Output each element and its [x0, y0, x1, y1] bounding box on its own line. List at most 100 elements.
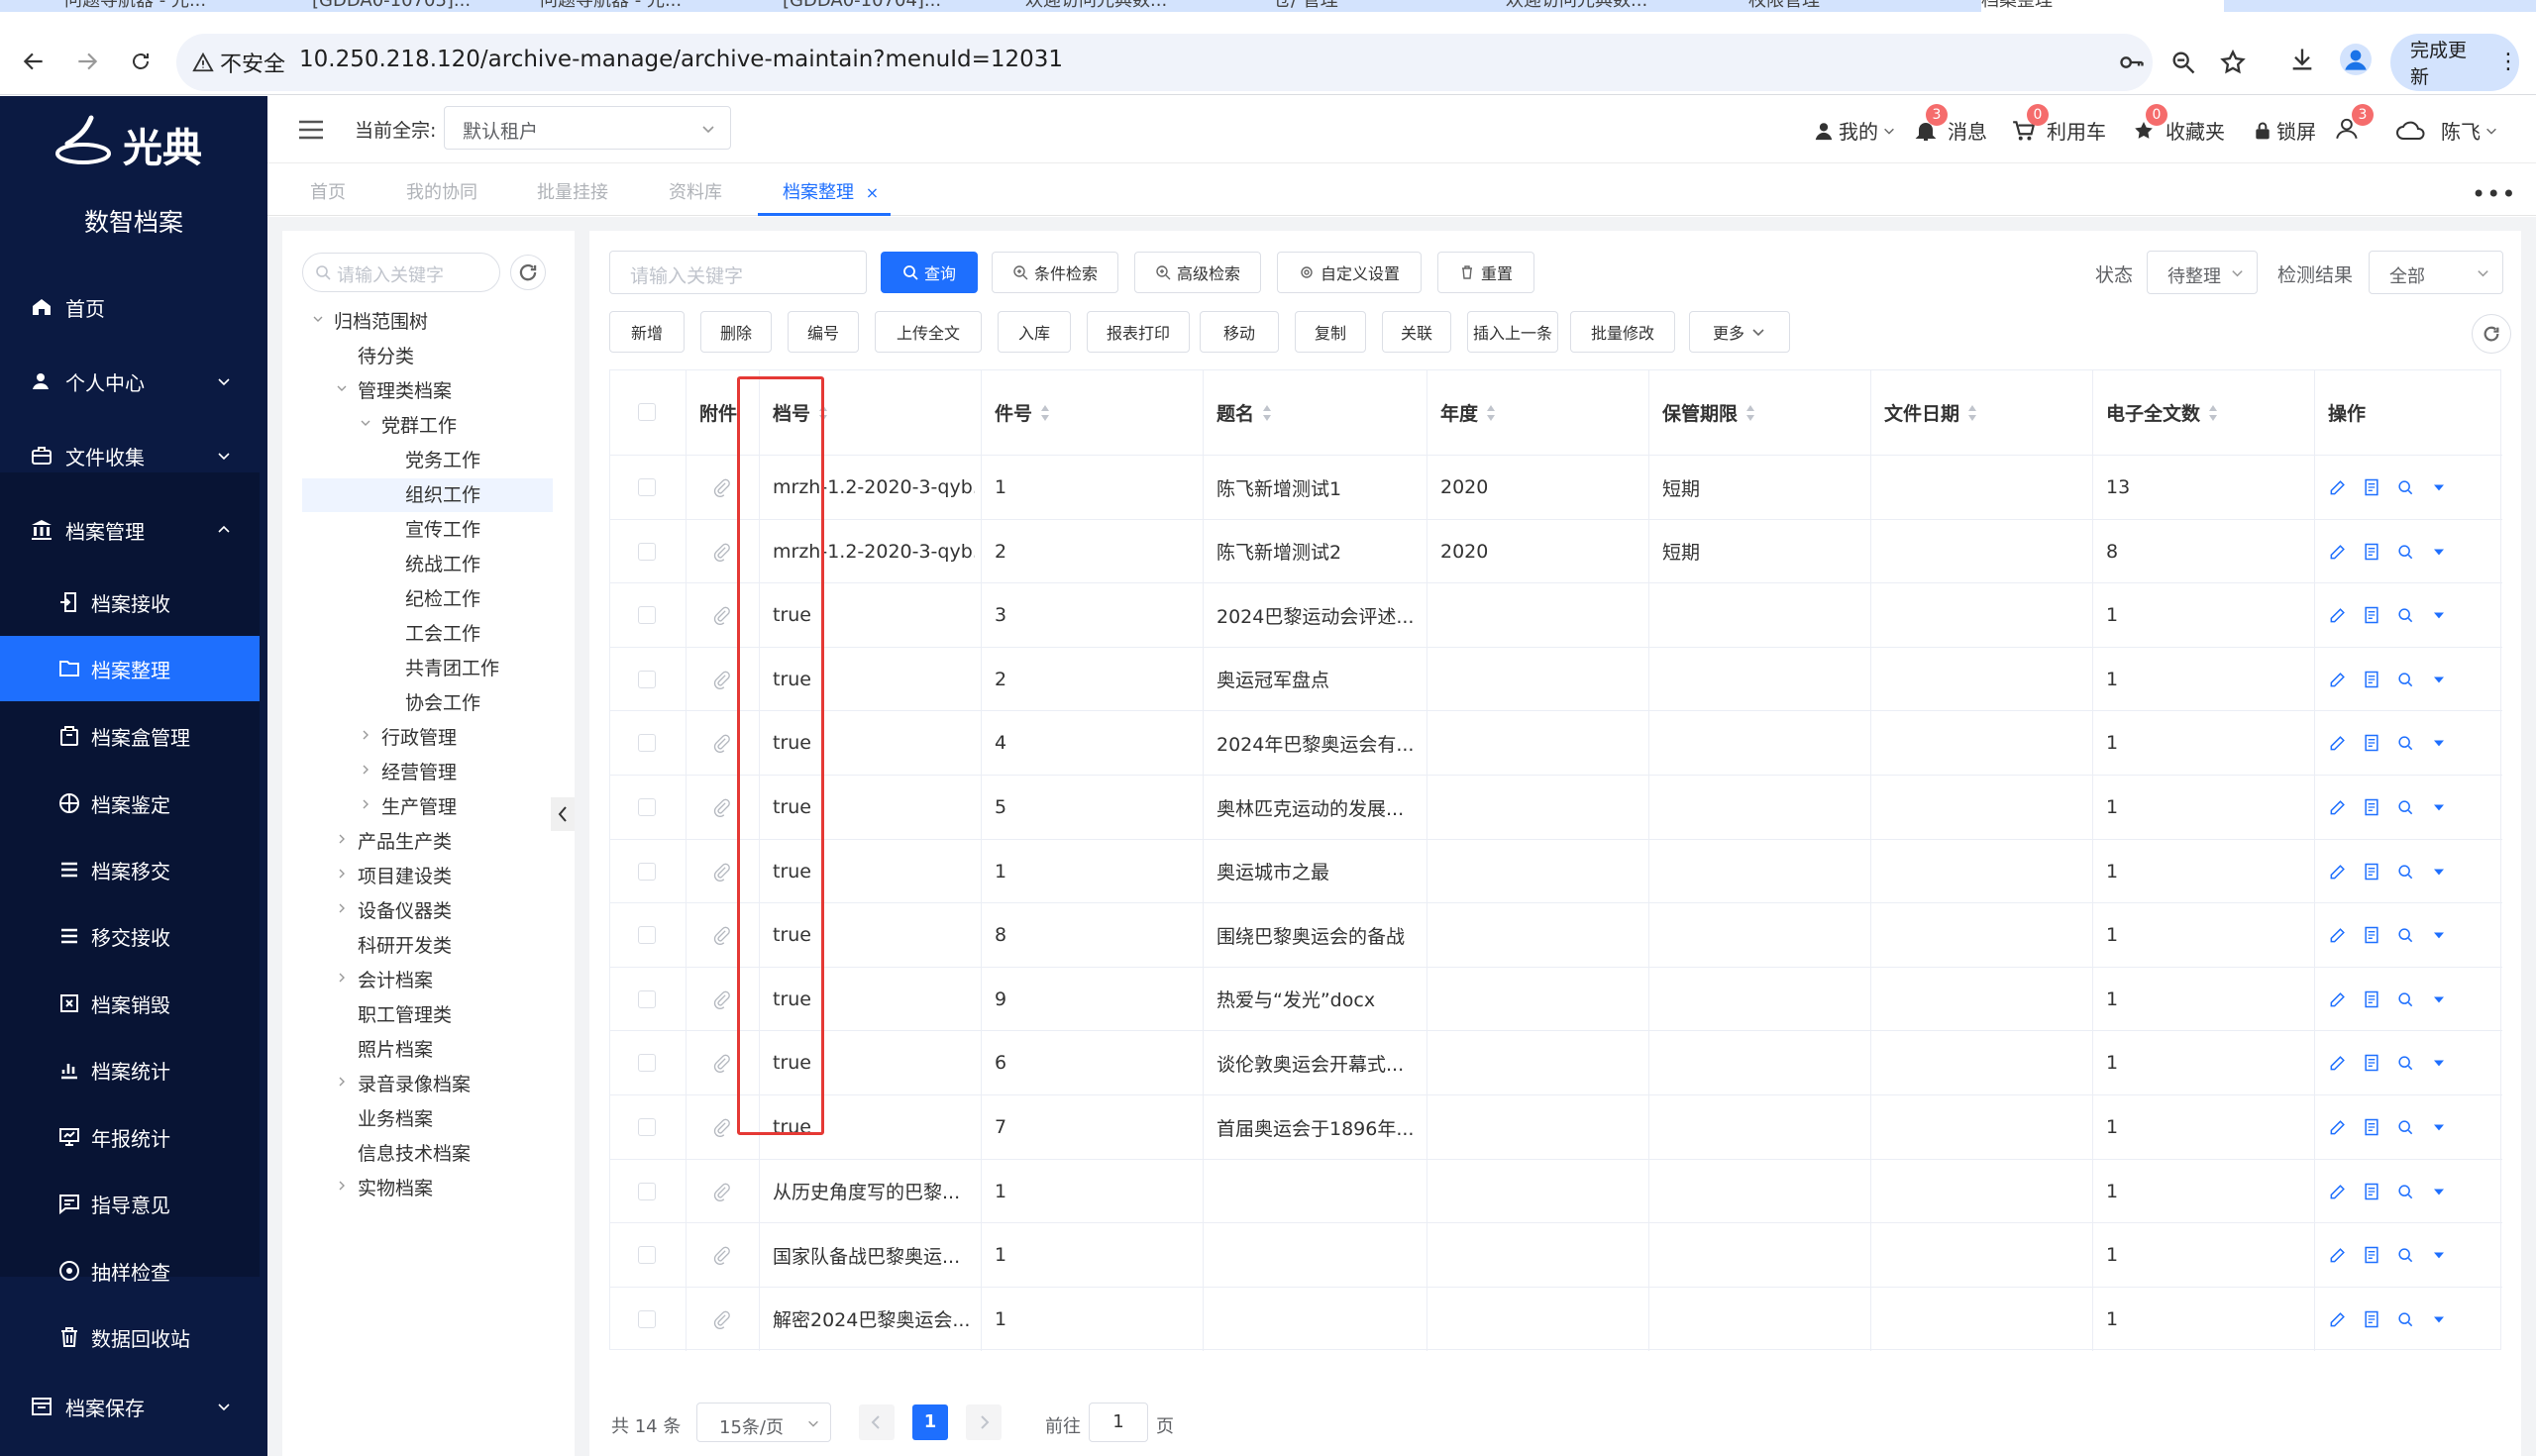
column-header[interactable]: 文件日期 [1884, 370, 1977, 455]
caret-down-icon[interactable] [2429, 1309, 2449, 1329]
star-icon[interactable] [2219, 49, 2247, 76]
table-row[interactable]: true 5 奥林匹克运动的发展... 1 [610, 775, 2502, 838]
document-icon[interactable] [2362, 670, 2381, 689]
document-icon[interactable] [2362, 925, 2381, 945]
paperclip-icon[interactable] [711, 797, 731, 817]
caret-down-icon[interactable] [2429, 989, 2449, 1009]
tree-node[interactable]: 归档范围树 [313, 307, 428, 334]
document-icon[interactable] [2362, 989, 2381, 1009]
paperclip-icon[interactable] [711, 862, 731, 882]
tree-node[interactable]: 经营管理 [363, 758, 457, 784]
search-icon[interactable] [2395, 925, 2415, 945]
row-checkbox[interactable] [638, 1246, 656, 1265]
caret-right-icon[interactable] [336, 868, 348, 880]
search-icon[interactable] [2395, 670, 2415, 689]
document-icon[interactable] [2362, 1245, 2381, 1265]
page-size-select[interactable]: 15条/页 [696, 1403, 831, 1442]
paperclip-icon[interactable] [711, 733, 731, 754]
favorites-link[interactable]: 0 收藏夹 [2132, 104, 2225, 145]
toolbar-button[interactable]: 新增 [609, 311, 685, 353]
toolbar-button[interactable]: 删除 [700, 311, 772, 353]
tree-node[interactable]: 党务工作 [405, 446, 480, 472]
tree-node[interactable]: 共青团工作 [405, 654, 499, 680]
search-icon[interactable] [2395, 1117, 2415, 1137]
paperclip-icon[interactable] [711, 1182, 731, 1201]
close-icon[interactable]: × [866, 183, 879, 202]
keyword-input[interactable]: 请输入关键字 [609, 251, 867, 294]
column-header[interactable]: 年度 [1440, 370, 1496, 455]
caret-right-icon[interactable] [360, 798, 371, 810]
caret-down-icon[interactable] [2429, 605, 2449, 625]
tree-node[interactable]: 纪检工作 [405, 584, 480, 611]
row-checkbox[interactable] [638, 606, 656, 625]
paperclip-icon[interactable] [711, 670, 731, 689]
caret-down-icon[interactable] [336, 382, 348, 394]
sidebar-item-transfer-receive[interactable]: 移交接收 [0, 903, 267, 969]
browser-tab[interactable]: 欢迎访问光典数... [1025, 0, 1268, 12]
toolbar-button[interactable]: 移动 [1200, 311, 1279, 353]
table-row[interactable]: true 1 奥运城市之最 1 [610, 838, 2502, 902]
tree-node[interactable]: 组织工作 [405, 480, 480, 507]
caret-right-icon[interactable] [336, 1076, 348, 1088]
document-icon[interactable] [2362, 1182, 2381, 1201]
custom-settings-button[interactable]: 自定义设置 [1277, 252, 1422, 293]
sidebar-item-stats[interactable]: 档案统计 [0, 1037, 267, 1102]
toolbar-button[interactable]: 插入上一条 [1467, 311, 1558, 353]
sidebar-item-sample[interactable]: 抽样检查 [0, 1238, 267, 1303]
tag-collab[interactable]: 我的协同 [406, 178, 477, 204]
condition-search-button[interactable]: 条件检索 [992, 252, 1118, 293]
column-header[interactable]: 保管期限 [1662, 370, 1755, 455]
edit-icon[interactable] [2328, 542, 2348, 562]
table-row[interactable]: true 8 围绕巴黎奥运会的备战 1 [610, 902, 2502, 966]
tag-batch-attach[interactable]: 批量挂接 [537, 178, 608, 204]
browser-tab[interactable]: [GDDA0-10704]... [783, 0, 1025, 12]
paperclip-icon[interactable] [711, 477, 731, 497]
caret-down-icon[interactable] [2429, 1117, 2449, 1137]
tree-node[interactable]: 工会工作 [405, 619, 480, 646]
tree-node[interactable]: 协会工作 [405, 688, 480, 715]
paperclip-icon[interactable] [711, 542, 731, 562]
table-row[interactable]: true 9 热爱与“发光”docx 1 [610, 966, 2502, 1030]
row-checkbox[interactable] [638, 478, 656, 496]
tree-node[interactable]: 设备仪器类 [339, 896, 452, 923]
document-icon[interactable] [2362, 477, 2381, 497]
search-icon[interactable] [2395, 1182, 2415, 1201]
caret-down-icon[interactable] [2429, 797, 2449, 817]
document-icon[interactable] [2362, 797, 2381, 817]
next-page-button[interactable] [966, 1404, 1002, 1440]
tree-node[interactable]: 会计档案 [339, 966, 433, 992]
toolbar-button[interactable]: 报表打印 [1087, 311, 1190, 353]
tree-node[interactable]: 职工管理类 [358, 1000, 452, 1027]
key-icon[interactable] [2118, 49, 2146, 76]
row-checkbox[interactable] [638, 1054, 656, 1073]
browser-tab[interactable]: 档案整理 [1981, 0, 2224, 12]
document-icon[interactable] [2362, 862, 2381, 882]
toolbar-button[interactable]: 复制 [1295, 311, 1366, 353]
detect-select[interactable]: 全部 [2369, 251, 2503, 294]
table-row[interactable]: mrzh-1.2-2020-3-qyb... 2 陈飞新增测试2 2020 短期 8 [610, 518, 2502, 582]
edit-icon[interactable] [2328, 1245, 2348, 1265]
table-row[interactable]: true 2 奥运冠军盘点 1 [610, 646, 2502, 710]
mine-menu[interactable]: 我的 [1813, 116, 1896, 145]
row-checkbox[interactable] [638, 862, 656, 881]
table-row[interactable]: true 3 2024巴黎运动会评述... 1 [610, 582, 2502, 646]
table-row[interactable]: true 7 首届奥运会于1896年... 1 [610, 1094, 2502, 1158]
search-icon[interactable] [2395, 1309, 2415, 1329]
tree-node[interactable]: 信息技术档案 [358, 1139, 471, 1166]
caret-down-icon[interactable] [2429, 733, 2449, 753]
sidebar-item-box[interactable]: 档案盒管理 [0, 703, 267, 769]
edit-icon[interactable] [2328, 797, 2348, 817]
search-icon[interactable] [2395, 1245, 2415, 1265]
reload-button[interactable] [123, 44, 158, 79]
edit-icon[interactable] [2328, 670, 2348, 689]
caret-down-icon[interactable] [2429, 925, 2449, 945]
toolbar-button[interactable]: 批量修改 [1570, 311, 1675, 353]
table-row[interactable]: true 4 2024年巴黎奥运会有... 1 [610, 710, 2502, 774]
tree-node[interactable]: 管理类档案 [337, 376, 452, 403]
tree-node[interactable]: 党群工作 [361, 411, 457, 438]
lock-link[interactable]: 锁屏 [2253, 116, 2316, 145]
goto-input[interactable]: 1 [1089, 1403, 1148, 1442]
profile-avatar[interactable] [2340, 44, 2372, 75]
update-button[interactable]: 完成更新 ⋮ [2390, 34, 2519, 91]
toolbar-button[interactable]: 更多 [1689, 311, 1790, 353]
